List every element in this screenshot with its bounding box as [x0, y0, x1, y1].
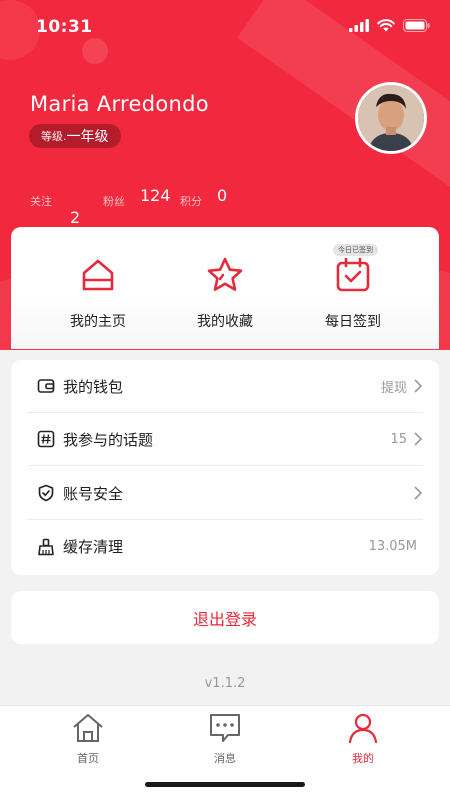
chevron-right-icon: [414, 486, 423, 500]
stat-points-value: 0: [217, 186, 227, 205]
home-icon: [73, 714, 103, 742]
stat-followers[interactable]: 粉丝: [103, 190, 125, 209]
quick-action-my-homepage[interactable]: 我的主页: [38, 255, 158, 331]
status-bar: 10:31: [0, 0, 450, 54]
tab-label: 首页: [77, 752, 99, 765]
menu-item-clear-cache[interactable]: 缓存清理 13.05M: [27, 520, 423, 573]
tab-home[interactable]: 首页: [43, 712, 133, 766]
app-version: v1.1.2: [204, 676, 246, 691]
level-label: 等级.: [41, 130, 67, 143]
quick-action-favorites[interactable]: 我的收藏: [165, 255, 285, 331]
tab-label: 我的: [352, 752, 374, 765]
quick-actions-card: 我的主页 我的收藏 今日已签到 每日签到: [11, 227, 439, 349]
battery-icon: [403, 19, 430, 32]
menu-item-label: 我的钱包: [63, 377, 124, 396]
settings-menu: 我的钱包 提现 我参与的话题 15 账号安全 缓存清理 13.05M: [11, 360, 439, 575]
menu-item-value: 提现: [380, 380, 407, 396]
level-value: 一年级: [66, 129, 109, 145]
chevron-right-icon: [414, 379, 423, 393]
avatar[interactable]: [355, 82, 427, 154]
quick-action-label: 我的主页: [70, 314, 126, 330]
calendar-check-icon: [336, 257, 370, 292]
user-name: Maria Arredondo: [30, 92, 209, 116]
stat-label: 关注: [30, 195, 52, 208]
menu-item-wallet[interactable]: 我的钱包 提现: [27, 360, 423, 413]
avatar-image: [358, 85, 424, 151]
stat-followers-value: 124: [140, 186, 171, 205]
quick-action-label: 每日签到: [325, 314, 381, 330]
tab-label: 消息: [214, 752, 236, 765]
signal-icon: [349, 19, 369, 32]
menu-item-value: 15: [390, 431, 407, 447]
tab-profile[interactable]: 我的: [318, 712, 408, 766]
status-time: 10:31: [36, 17, 93, 37]
quick-action-daily-checkin[interactable]: 每日签到: [293, 255, 413, 331]
avatar-portrait: [358, 85, 424, 151]
menu-item-account-security[interactable]: 账号安全: [27, 467, 423, 520]
stat-points[interactable]: 积分: [180, 190, 202, 209]
menu-item-label: 我参与的话题: [63, 430, 154, 449]
stat-label: 粉丝: [103, 195, 125, 208]
menu-item-label: 账号安全: [63, 484, 124, 503]
level-badge: 等级. 一年级: [29, 124, 121, 148]
stat-following[interactable]: 关注: [30, 190, 52, 209]
wifi-icon: [377, 19, 395, 32]
status-icons: [349, 19, 430, 32]
stat-value: 124: [140, 186, 171, 205]
stat-value: 0: [217, 186, 228, 205]
chevron-right-icon: [414, 432, 423, 446]
user-icon: [348, 713, 378, 744]
hashtag-icon: [37, 430, 55, 448]
home-indicator: [145, 782, 305, 787]
tab-messages[interactable]: 消息: [180, 712, 270, 766]
menu-item-value: 13.05M: [368, 539, 417, 554]
menu-item-topics[interactable]: 我参与的话题 15: [27, 413, 423, 466]
message-icon: [210, 714, 240, 742]
stat-label: 积分: [180, 195, 202, 208]
shield-icon: [38, 484, 54, 502]
home-icon: [82, 259, 114, 291]
menu-item-label: 缓存清理: [63, 538, 124, 556]
broom-icon: [38, 538, 54, 555]
quick-action-label: 我的收藏: [197, 314, 253, 330]
logout-button[interactable]: 退出登录: [11, 591, 439, 644]
star-icon: [207, 257, 243, 291]
wallet-icon: [37, 379, 55, 393]
